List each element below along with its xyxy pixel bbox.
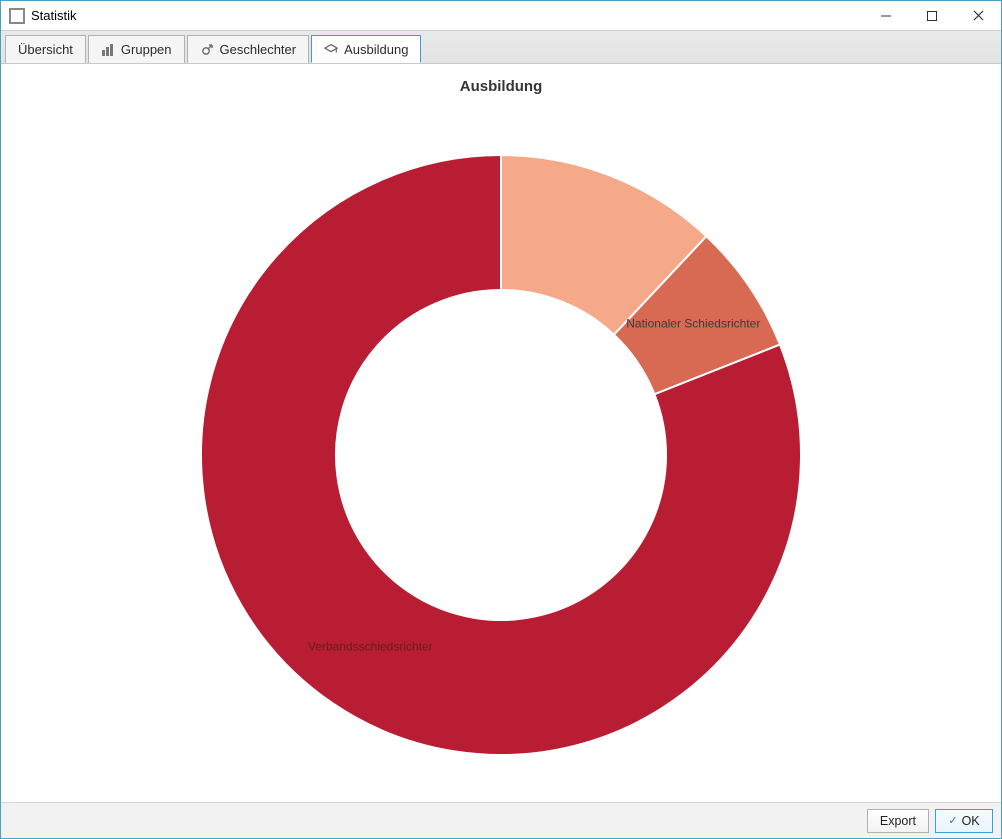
tab-uebersicht[interactable]: Übersicht [5,35,86,63]
check-icon: ✓ [948,814,957,827]
export-button[interactable]: Export [867,809,929,833]
close-icon [973,10,984,21]
button-label: OK [962,814,980,828]
tab-ausbildung[interactable]: Ausbildung [311,35,421,63]
window: Statistik Übersicht Gr [0,0,1002,839]
tab-label: Geschlechter [220,42,297,57]
minimize-icon [881,11,891,21]
close-button[interactable] [955,1,1001,31]
tabstrip: Übersicht Gruppen Geschlech [1,31,1001,64]
tab-label: Übersicht [18,42,73,57]
chart-wrap: Nationaler Schiedsrichter Verbandsschieds… [1,95,1001,802]
window-title: Statistik [31,8,863,23]
slice-label: Nationaler Schiedsrichter [626,316,760,330]
minimize-button[interactable] [863,1,909,31]
maximize-button[interactable] [909,1,955,31]
chart-title: Ausbildung [460,78,543,95]
content: Ausbildung Nationaler Schiedsrichter Verb… [1,64,1001,802]
slice-label: Verbandsschiedsrichter [308,639,433,653]
tab-label: Gruppen [121,42,172,57]
gender-icon [200,43,214,57]
tab-geschlechter[interactable]: Geschlechter [187,35,310,63]
donut-chart: Nationaler Schiedsrichter Verbandsschieds… [151,105,851,785]
maximize-icon [927,11,937,21]
button-label: Export [880,814,916,828]
ok-button[interactable]: ✓ OK [935,809,993,833]
tab-label: Ausbildung [344,42,408,57]
tab-gruppen[interactable]: Gruppen [88,35,185,63]
grad-cap-icon [324,42,338,56]
bottombar: Export ✓ OK [1,802,1001,838]
app-icon [9,8,25,24]
bar-chart-icon [101,43,115,57]
titlebar: Statistik [1,1,1001,31]
